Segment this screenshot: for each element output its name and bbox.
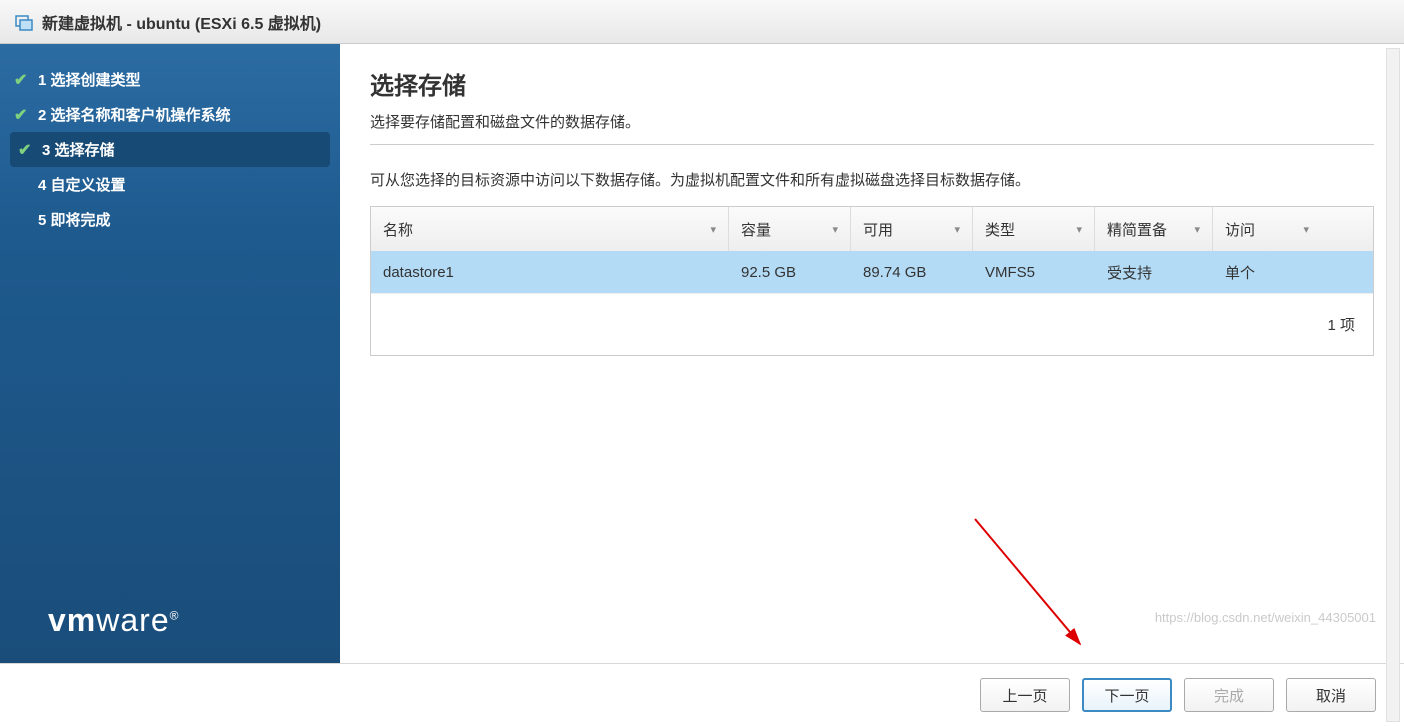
back-button[interactable]: 上一页 <box>980 678 1070 712</box>
col-header-type[interactable]: 类型▾ <box>973 207 1095 251</box>
cell-free: 89.74 GB <box>851 264 973 281</box>
step-label: 2 选择名称和客户机操作系统 <box>38 104 231 125</box>
cell-access: 单个 <box>1213 262 1321 283</box>
col-header-thin[interactable]: 精简置备▾ <box>1095 207 1213 251</box>
step-3-storage[interactable]: ✔ 3 选择存储 <box>10 132 330 167</box>
chevron-down-icon: ▾ <box>1303 223 1309 236</box>
table-footer-count: 1 项 <box>371 293 1373 355</box>
wizard-sidebar: ✔ 1 选择创建类型 ✔ 2 选择名称和客户机操作系统 ✔ 3 选择存储 4 自… <box>0 44 340 663</box>
chevron-down-icon: ▾ <box>954 223 960 236</box>
vertical-scrollbar[interactable] <box>1386 48 1400 722</box>
cell-name: datastore1 <box>371 264 729 281</box>
step-2-name-os[interactable]: ✔ 2 选择名称和客户机操作系统 <box>0 97 340 132</box>
page-title: 选择存储 <box>370 66 1374 101</box>
step-label: 3 选择存储 <box>42 139 115 160</box>
titlebar: 新建虚拟机 - ubuntu (ESXi 6.5 虚拟机) <box>0 0 1404 44</box>
cell-type: VMFS5 <box>973 264 1095 281</box>
page-description: 可从您选择的目标资源中访问以下数据存储。为虚拟机配置文件和所有虚拟磁盘选择目标数… <box>370 169 1374 190</box>
table-row[interactable]: datastore1 92.5 GB 89.74 GB VMFS5 受支持 单个 <box>371 251 1373 293</box>
chevron-down-icon: ▾ <box>1194 223 1200 236</box>
step-5-finish[interactable]: 5 即将完成 <box>0 202 340 237</box>
step-label: 1 选择创建类型 <box>38 69 141 90</box>
chevron-down-icon: ▾ <box>832 223 838 236</box>
cell-capacity: 92.5 GB <box>729 264 851 281</box>
chevron-down-icon: ▾ <box>710 223 716 236</box>
step-label: 5 即将完成 <box>38 209 111 230</box>
col-header-access[interactable]: 访问▾ <box>1213 207 1321 251</box>
page-subtitle: 选择要存储配置和磁盘文件的数据存储。 <box>370 111 1374 132</box>
cancel-button[interactable]: 取消 <box>1286 678 1376 712</box>
vm-icon <box>14 12 34 32</box>
cell-thin: 受支持 <box>1095 262 1213 283</box>
next-button[interactable]: 下一页 <box>1082 678 1172 712</box>
vmware-logo: vmware® <box>48 602 179 639</box>
table-body: datastore1 92.5 GB 89.74 GB VMFS5 受支持 单个 <box>371 251 1373 293</box>
step-4-customize[interactable]: 4 自定义设置 <box>0 167 340 202</box>
check-icon: ✔ <box>14 105 32 125</box>
table-header: 名称▾ 容量▾ 可用▾ 类型▾ 精简置备▾ 访问▾ <box>371 207 1373 251</box>
chevron-down-icon: ▾ <box>1076 223 1082 236</box>
col-header-free[interactable]: 可用▾ <box>851 207 973 251</box>
separator <box>370 144 1374 145</box>
step-label: 4 自定义设置 <box>38 174 126 195</box>
finish-button: 完成 <box>1184 678 1274 712</box>
content-pane: 选择存储 选择要存储配置和磁盘文件的数据存储。 可从您选择的目标资源中访问以下数… <box>340 44 1404 663</box>
datastore-table: 名称▾ 容量▾ 可用▾ 类型▾ 精简置备▾ 访问▾ datastore1 92.… <box>370 206 1374 356</box>
check-icon: ✔ <box>18 140 36 160</box>
col-header-name[interactable]: 名称▾ <box>371 207 729 251</box>
col-header-capacity[interactable]: 容量▾ <box>729 207 851 251</box>
main-area: ✔ 1 选择创建类型 ✔ 2 选择名称和客户机操作系统 ✔ 3 选择存储 4 自… <box>0 44 1404 664</box>
annotation-arrow <box>970 514 1090 654</box>
step-1-create-type[interactable]: ✔ 1 选择创建类型 <box>0 62 340 97</box>
window-title: 新建虚拟机 - ubuntu (ESXi 6.5 虚拟机) <box>42 10 321 34</box>
wizard-footer: 上一页 下一页 完成 取消 <box>0 664 1404 726</box>
watermark: https://blog.csdn.net/weixin_44305001 <box>1155 610 1376 625</box>
check-icon: ✔ <box>14 70 32 90</box>
